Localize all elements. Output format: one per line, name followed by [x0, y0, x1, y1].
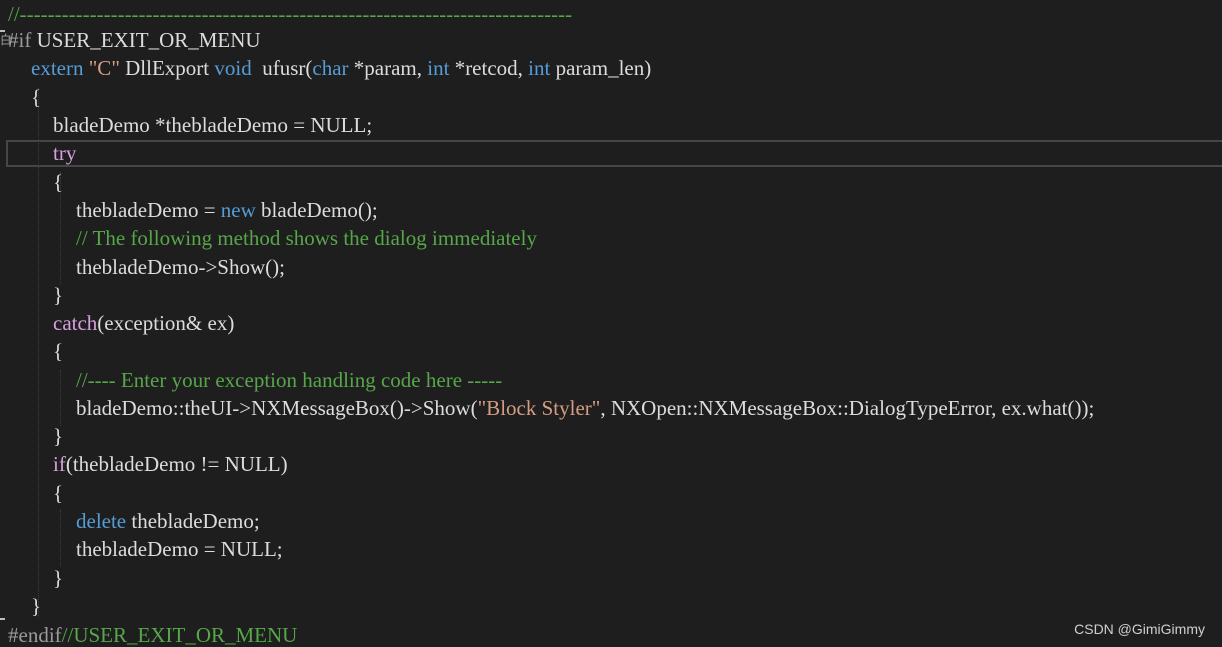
code-line[interactable]: #endif//USER_EXIT_OR_MENU: [8, 621, 297, 647]
code-token: USER_EXIT_OR_MENU: [31, 28, 261, 52]
code-token: *param,: [348, 56, 428, 80]
fold-marker[interactable]: [0, 618, 5, 620]
code-token: {: [53, 481, 64, 505]
code-line[interactable]: }: [31, 592, 41, 620]
code-line[interactable]: {: [31, 83, 41, 111]
code-line[interactable]: delete thebladeDemo;: [76, 507, 260, 535]
fold-marker[interactable]: [0, 30, 5, 32]
code-line[interactable]: {: [53, 479, 63, 507]
code-token: thebladeDemo = NULL;: [76, 537, 283, 561]
code-editor[interactable]: 白 //------------------------------------…: [0, 0, 1222, 647]
code-token: ufusr(: [251, 56, 313, 80]
code-token: char: [312, 56, 349, 80]
code-token: }: [53, 424, 64, 448]
current-line-highlight: [6, 140, 1222, 167]
code-token: {: [53, 339, 64, 363]
code-token: bladeDemo::theUI->NXMessageBox()->Show(: [76, 396, 478, 420]
code-line[interactable]: }: [53, 281, 63, 309]
code-line[interactable]: {: [53, 168, 63, 196]
indent-guide: [60, 370, 61, 426]
code-token: catch: [53, 311, 98, 335]
code-line[interactable]: #if USER_EXIT_OR_MENU: [8, 26, 261, 54]
code-token: {: [53, 170, 64, 194]
code-token: "C": [88, 56, 120, 80]
code-token: bladeDemo();: [255, 198, 378, 222]
code-line[interactable]: thebladeDemo->Show();: [76, 253, 285, 281]
code-token: //--------------------------------------…: [8, 2, 573, 26]
code-line[interactable]: bladeDemo *thebladeDemo = NULL;: [53, 111, 372, 139]
code-token: //USER_EXIT_OR_MENU: [61, 623, 298, 647]
code-line[interactable]: }: [53, 564, 63, 592]
code-token: int: [528, 56, 551, 80]
code-token: "Block Styler": [477, 396, 601, 420]
code-token: thebladeDemo;: [126, 509, 260, 533]
code-line[interactable]: thebladeDemo = new bladeDemo();: [76, 196, 378, 224]
indent-guide: [38, 88, 39, 618]
code-token: void: [214, 56, 252, 80]
indent-guide: [60, 510, 61, 566]
code-token: (thebladeDemo != NULL): [65, 452, 288, 476]
code-token: new: [220, 198, 256, 222]
code-token: thebladeDemo =: [76, 198, 221, 222]
code-token: DllExport: [119, 56, 215, 80]
code-token: extern: [31, 56, 84, 80]
code-line[interactable]: if(thebladeDemo != NULL): [53, 450, 288, 478]
code-token: delete: [76, 509, 127, 533]
code-token: }: [53, 566, 64, 590]
code-token: if: [53, 452, 66, 476]
code-line[interactable]: extern "C" DllExport void ufusr(char *pa…: [31, 54, 651, 82]
code-token: (exception& ex): [97, 311, 235, 335]
code-line[interactable]: //---- Enter your exception handling cod…: [76, 366, 502, 394]
code-token: {: [31, 85, 42, 109]
code-line[interactable]: thebladeDemo = NULL;: [76, 535, 283, 563]
code-token: , NXOpen::NXMessageBox::DialogTypeError,…: [600, 396, 1095, 420]
code-line[interactable]: try: [53, 139, 76, 167]
code-line[interactable]: bladeDemo::theUI->NXMessageBox()->Show("…: [76, 394, 1094, 422]
code-token: *retcod,: [449, 56, 529, 80]
code-line[interactable]: //--------------------------------------…: [8, 0, 572, 28]
code-token: #if: [8, 28, 32, 52]
code-token: int: [427, 56, 450, 80]
code-token: thebladeDemo->Show();: [76, 255, 285, 279]
code-token: bladeDemo *thebladeDemo = NULL;: [53, 113, 373, 137]
code-token: //---- Enter your exception handling cod…: [76, 368, 503, 392]
code-line[interactable]: // The following method shows the dialog…: [76, 224, 537, 252]
code-token: param_len): [550, 56, 652, 80]
code-token: #endif: [8, 623, 62, 647]
code-token: try: [53, 141, 77, 165]
code-token: }: [31, 594, 42, 618]
watermark: CSDN @GimiGimmy: [1074, 621, 1205, 637]
code-line[interactable]: {: [53, 337, 63, 365]
code-line[interactable]: }: [53, 422, 63, 450]
code-token: // The following method shows the dialog…: [76, 226, 537, 250]
code-line[interactable]: catch(exception& ex): [53, 309, 234, 337]
code-token: }: [53, 283, 64, 307]
